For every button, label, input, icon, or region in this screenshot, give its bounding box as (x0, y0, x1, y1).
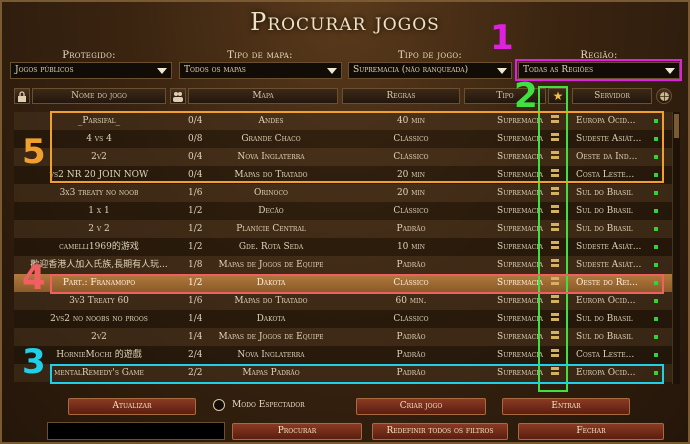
server-status-icon (654, 263, 658, 267)
map-type-select-value: Todos os mapas (184, 65, 246, 75)
search-input[interactable] (47, 422, 225, 440)
rules-cell: 20 min (396, 188, 426, 198)
protected-select[interactable]: Jogos públicos (10, 62, 172, 79)
annotation-box-region (515, 59, 682, 81)
spectator-radio[interactable] (213, 399, 225, 411)
server-status-icon (654, 191, 658, 195)
server-cell: Sudeste Asiát... (576, 260, 642, 270)
column-header-server[interactable]: Servidor (572, 88, 652, 104)
server-cell: Sul do Brasil (576, 206, 633, 216)
game-name-cell: 3x3 treaty no noob (59, 188, 139, 198)
annotation-number-2: 2 (514, 76, 538, 116)
filter-label-game-type: Tipo de jogo: (397, 50, 463, 61)
column-header-name[interactable]: Nome do jogo (32, 88, 166, 104)
map-cell: Decão (258, 206, 284, 216)
table-row[interactable]: camelli1969的游戏 1/2 Gde. Rota Seda 10 min Sup… (14, 238, 678, 256)
server-cell: Sul do Brasil (576, 332, 633, 342)
table-row[interactable]: 2 v 2 1/2 Planície Central Padrão Supremacia… (14, 220, 678, 238)
server-status-icon (654, 227, 658, 231)
page-title: Procurar jogos (250, 8, 440, 36)
table-row[interactable]: 3v3 Treaty 60 1/6 Mapas do Tratado 60 min. S… (14, 292, 678, 310)
refresh-button[interactable]: Atualizar (68, 398, 196, 415)
table-row[interactable]: 1 x 1 1/2 Decão Clássico Supremacia Sul do Br… (14, 202, 678, 220)
chevron-down-icon (497, 68, 507, 74)
join-button[interactable]: Entrar (502, 398, 630, 415)
people-icon (173, 92, 183, 102)
annotation-number-3: 3 (22, 342, 46, 382)
map-cell: Dakota (256, 314, 286, 324)
game-type-select-value: Supremacia (não ranqueada) (353, 65, 469, 75)
column-header-rules[interactable]: Regras (342, 88, 460, 104)
annotation-box-empty-games (50, 111, 664, 183)
rules-cell: Padrão (396, 350, 426, 360)
game-name-cell: 1 x 1 (88, 206, 110, 216)
filter-label-map-type: Tipo de mapa: (227, 50, 293, 61)
globe-button[interactable] (656, 88, 672, 104)
rules-cell: Clássico (393, 206, 429, 216)
map-cell: Mapas do Tratado (234, 296, 308, 306)
lock-filter-button[interactable] (14, 88, 30, 104)
map-cell: Mapas de Jogos de Equipe (218, 332, 324, 342)
game-name-cell: camelli1969的游戏 (59, 242, 139, 252)
table-row[interactable]: 2v2 1/4 Mapas de Jogos de Equipe Padrão Supr… (14, 328, 678, 346)
map-cell: Orinoco (254, 188, 288, 198)
reset-filters-button[interactable]: Redefinir todos os filtros (372, 423, 508, 440)
globe-icon (659, 92, 669, 101)
rules-cell: Padrão (396, 224, 426, 234)
scrollbar-thumb[interactable] (674, 114, 679, 138)
create-game-button[interactable]: Criar jogo (356, 398, 486, 415)
map-cell: Nova Inglaterra (237, 350, 305, 360)
server-cell: Sul do Brasil (576, 224, 633, 234)
annotation-number-4: 4 (22, 258, 46, 298)
map-cell: Planície Central (236, 224, 306, 234)
game-type-select[interactable]: Supremacia (não ranqueada) (348, 62, 512, 79)
server-status-icon (654, 317, 658, 321)
map-type-select[interactable]: Todos os mapas (179, 62, 342, 79)
list-scrollbar[interactable] (672, 112, 680, 384)
server-cell: Europa Ocid... (576, 296, 636, 306)
players-filter-button[interactable] (170, 88, 186, 104)
table-row[interactable]: 3x3 treaty no noob 1/6 Orinoco 20 min Suprem… (14, 184, 678, 202)
server-status-icon (654, 245, 658, 249)
server-status-icon (654, 209, 658, 213)
map-cell: Mapas de Jogos de Equipe (218, 260, 324, 270)
annotation-box-selected-row (50, 274, 664, 294)
annotation-number-1: 1 (490, 18, 514, 58)
game-name-cell: 2 v 2 (88, 224, 110, 234)
annotation-box-joined-row (50, 364, 664, 384)
chevron-down-icon (327, 68, 337, 74)
server-cell: Sul do Brasil (576, 314, 633, 324)
protected-select-value: Jogos públicos (15, 65, 74, 75)
server-cell: Costa Leste... (576, 350, 635, 360)
rules-cell: 60 min. (395, 296, 427, 306)
game-name-cell: 2vs2 no noobs no proos (50, 314, 148, 324)
column-header-map[interactable]: Mapa (188, 88, 338, 104)
map-cell: Gde. Rota Seda (238, 242, 304, 252)
server-status-icon (654, 299, 658, 303)
rules-cell: Clássico (393, 314, 429, 324)
search-button[interactable]: Procurar (232, 423, 362, 440)
table-row[interactable]: HornieMochi 的遊戲 2/4 Nova Inglaterra Padrão S… (14, 346, 678, 364)
annotation-number-5: 5 (22, 132, 46, 172)
server-status-icon (654, 353, 658, 357)
rules-cell: Padrão (396, 260, 426, 270)
rules-cell: 10 min (396, 242, 426, 252)
filter-label-protected: Protegido: (62, 50, 116, 61)
close-button[interactable]: Fechar (518, 423, 664, 440)
table-row[interactable]: 2vs2 no noobs no proos 1/4 Dakota Clássico S… (14, 310, 678, 328)
server-status-icon (654, 335, 658, 339)
table-row[interactable]: 歡迎香港人加入氏族,長期有人玩... 1/8 Mapas de Jogos de E… (14, 256, 678, 274)
spectator-label[interactable]: Modo Espectador (232, 400, 305, 410)
lock-icon (18, 91, 26, 102)
server-cell: Sul do Brasil (576, 188, 633, 198)
chevron-down-icon (157, 68, 167, 74)
rules-cell: Padrão (396, 332, 426, 342)
server-cell: Sudeste Asiát... (576, 242, 642, 252)
